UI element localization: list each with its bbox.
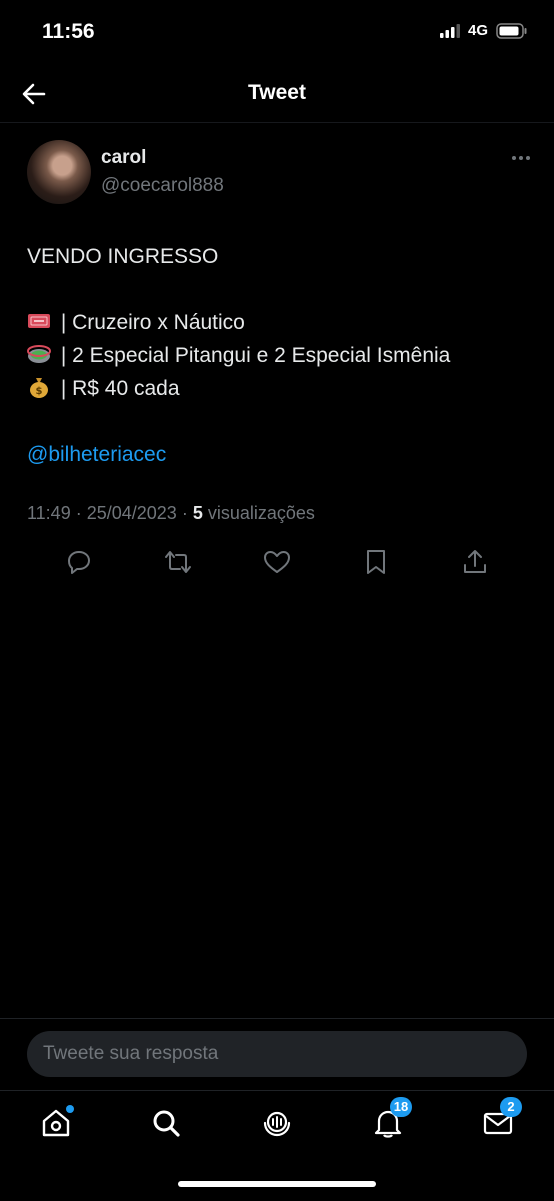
svg-text:$: $ [36, 386, 43, 397]
meta-separator: · [176, 503, 193, 523]
tweet-date: 25/04/2023 [86, 503, 177, 523]
mention-link[interactable]: @bilheteriacec [27, 443, 166, 466]
home-indicator [178, 1181, 376, 1187]
tweet-line-text: | R$ 40 cada [55, 377, 180, 400]
tweet-line-text: | Cruzeiro x Náutico [55, 311, 245, 334]
admit-one-ticket-icon [28, 314, 50, 328]
author-name[interactable]: carol [101, 147, 146, 169]
messages-badge: 2 [500, 1097, 522, 1117]
views-label: visualizações [207, 503, 315, 523]
money-bag-icon: $ [30, 378, 48, 398]
tweet-actions [0, 547, 554, 579]
retweet-icon[interactable] [163, 547, 193, 577]
battery-icon [496, 22, 527, 39]
status-bar: 11:56 4G [0, 0, 554, 66]
tweet-text: VENDO INGRESSO | Cruzeiro x Náutico | 2 … [27, 240, 527, 471]
tab-home[interactable] [40, 1105, 74, 1139]
tweet-line-text: VENDO INGRESSO [27, 245, 219, 268]
top-nav: Tweet [0, 66, 554, 122]
notifications-badge: 18 [390, 1097, 412, 1117]
search-icon [153, 1110, 180, 1137]
tab-spaces[interactable] [261, 1107, 293, 1139]
status-time: 11:56 [42, 20, 95, 43]
status-indicators: 4G [439, 22, 528, 39]
network-type: 4G [467, 22, 488, 39]
tab-notifications[interactable]: 18 [372, 1097, 412, 1139]
bookmark-icon[interactable] [361, 547, 391, 577]
views-count: 5 [192, 503, 203, 523]
tweet-line: $ | R$ 40 cada [27, 372, 527, 405]
tweet-line: | Cruzeiro x Náutico [27, 306, 527, 339]
tab-messages[interactable]: 2 [482, 1097, 522, 1139]
tweet-time: 11:49 [27, 503, 71, 523]
author-handle[interactable]: @coecarol888 [101, 175, 224, 197]
reply-input[interactable] [27, 1031, 527, 1077]
tweet-line: VENDO INGRESSO [27, 240, 527, 273]
tweet-line: @bilheteriacec [27, 438, 527, 471]
avatar[interactable] [27, 140, 91, 204]
like-heart-icon[interactable] [262, 547, 292, 577]
meta-separator: · [70, 503, 87, 523]
stadium-icon [27, 345, 51, 363]
page-title: Tweet [248, 81, 306, 104]
tweet-line-text: | 2 Especial Pitangui e 2 Especial Ismên… [55, 344, 451, 367]
share-icon[interactable] [460, 547, 490, 577]
reply-composer [0, 1018, 554, 1091]
tweet-line: | 2 Especial Pitangui e 2 Especial Ismên… [27, 339, 527, 372]
tab-search[interactable] [150, 1107, 182, 1139]
more-options-icon[interactable] [510, 150, 532, 166]
reply-icon[interactable] [64, 547, 94, 577]
header-divider [0, 122, 554, 123]
signal-icon [439, 23, 460, 38]
home-notification-dot [66, 1105, 74, 1113]
spaces-microphone-icon [263, 1111, 291, 1137]
tweet-meta: 11:49 · 25/04/2023 · 5 visualizações [27, 503, 315, 524]
